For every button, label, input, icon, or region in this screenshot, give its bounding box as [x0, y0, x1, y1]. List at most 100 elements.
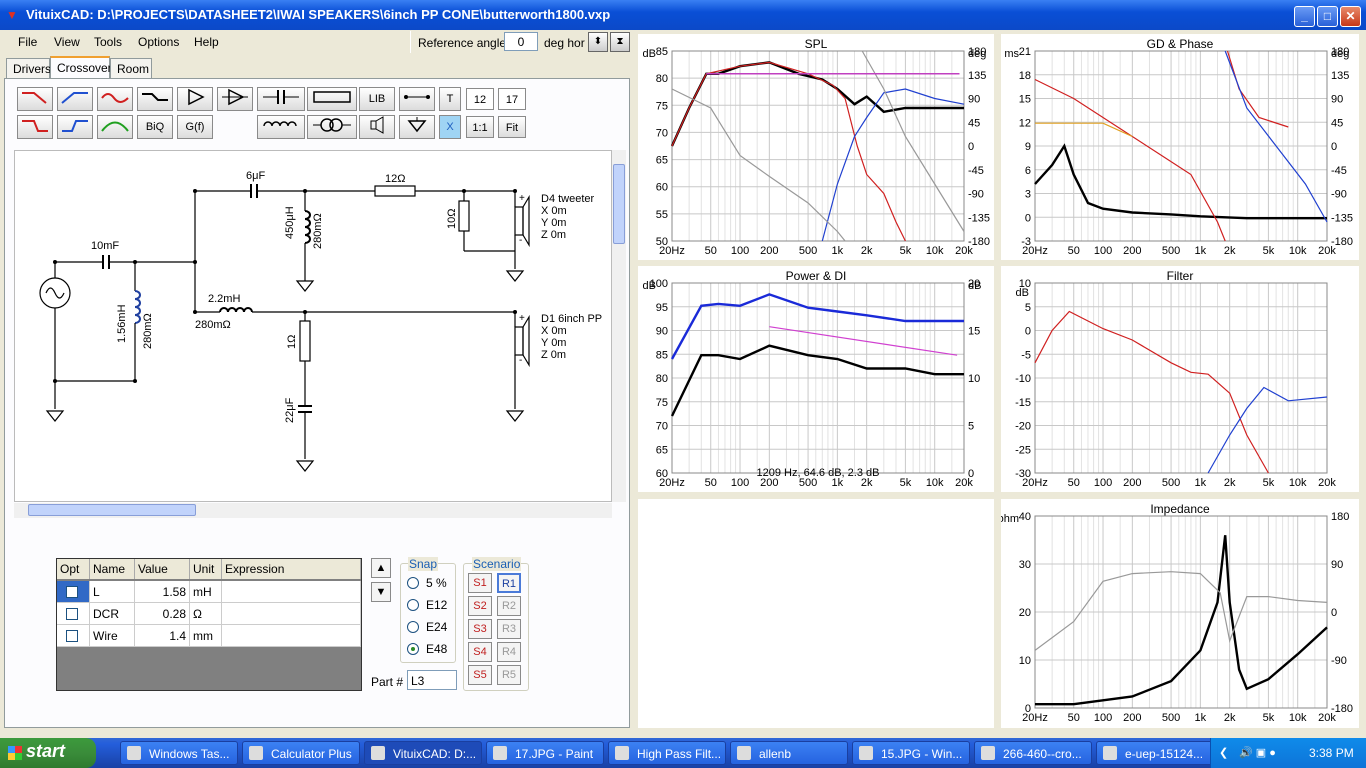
lowpass-1-button[interactable]: [17, 87, 53, 111]
row-value[interactable]: 0.28: [135, 603, 190, 625]
tray-icons[interactable]: 🔊 ▣ ●: [1239, 746, 1276, 759]
biquad-button[interactable]: BiQ: [137, 115, 173, 139]
power-di-plot[interactable]: 20Hz 50 100 200 500 1k 2k 5k 10k 20k1009590858075…: [638, 266, 994, 492]
row-expression[interactable]: [222, 603, 361, 625]
row-opt-checkbox[interactable]: [57, 581, 90, 603]
start-button[interactable]: start: [0, 738, 96, 768]
tab-drivers[interactable]: Drivers: [6, 58, 51, 78]
grid-size-input[interactable]: 12: [466, 88, 494, 110]
impedance-plot[interactable]: 20Hz 50 100 200 500 1k 2k 5k 10k 20k4030201001809…: [998, 499, 1359, 728]
transfer-function-button[interactable]: G(f): [177, 115, 213, 139]
taskbar-item[interactable]: Calculator Plus: [242, 741, 360, 765]
scenario-recall-button[interactable]: R3: [497, 619, 521, 639]
scenario-save-button[interactable]: S5: [468, 665, 492, 685]
y-tick-label: -5: [1021, 349, 1031, 361]
capacitor-button[interactable]: [257, 87, 305, 111]
tab-room[interactable]: Room: [110, 58, 152, 78]
col-value: Value: [135, 559, 190, 579]
library-button[interactable]: LIB: [359, 87, 395, 111]
parts-table: Opt Name Value Unit Expression L 1.58 mH…: [56, 558, 362, 691]
row-expression[interactable]: [222, 581, 361, 603]
highpass-2-button[interactable]: [57, 115, 93, 139]
schematic-canvas[interactable]: 10mF 1.56mH 280mΩ 6μF 450μH 280mΩ 12Ω 10…: [14, 150, 612, 502]
row-opt-checkbox[interactable]: [57, 625, 90, 647]
move-down-button[interactable]: ▼: [371, 582, 391, 602]
scenario-save-button[interactable]: S2: [468, 596, 492, 616]
snap-radio[interactable]: [407, 643, 419, 655]
snap-radio[interactable]: [407, 599, 419, 611]
delete-button[interactable]: X: [439, 115, 461, 139]
angle-up-down-icon[interactable]: ⬍: [588, 32, 608, 52]
highpass-1-button[interactable]: [57, 87, 93, 111]
row-opt-checkbox[interactable]: [57, 603, 90, 625]
menu-options[interactable]: Options: [138, 35, 179, 49]
scenario-save-button[interactable]: S1: [468, 573, 492, 593]
inductor-button[interactable]: [257, 115, 305, 139]
driver-button[interactable]: [359, 115, 395, 139]
move-up-button[interactable]: ▲: [371, 558, 391, 578]
shelf-button[interactable]: [137, 87, 173, 111]
snap-option-label: 5 %: [426, 576, 447, 590]
maximize-button[interactable]: □: [1317, 6, 1338, 27]
close-button[interactable]: ✕: [1340, 6, 1361, 27]
taskbar-item[interactable]: Windows Tas...: [120, 741, 238, 765]
menu-file[interactable]: File: [18, 35, 37, 49]
taskbar-item[interactable]: 17.JPG - Paint: [486, 741, 604, 765]
buffer-icon: [222, 88, 248, 106]
schematic-vertical-scrollbar[interactable]: [612, 150, 626, 502]
scenario-recall-button[interactable]: R5: [497, 665, 521, 685]
spl-plot[interactable]: 20Hz 50 100 200 500 1k 2k 5k 10k 20k8580757065605…: [638, 34, 994, 260]
schematic-horizontal-scrollbar[interactable]: [14, 503, 612, 518]
text-button[interactable]: T: [439, 87, 461, 111]
scenario-recall-button[interactable]: R4: [497, 642, 521, 662]
transformer-button[interactable]: [307, 115, 357, 139]
resistor-button[interactable]: [307, 87, 357, 111]
filter-plot[interactable]: 20Hz 50 100 200 500 1k 2k 5k 10k 20k1050-5-10-15-…: [1001, 266, 1359, 492]
wire-button[interactable]: [399, 87, 435, 111]
menu-tools[interactable]: Tools: [94, 35, 122, 49]
taskbar-item[interactable]: High Pass Filt...: [608, 741, 726, 765]
row-expression[interactable]: [222, 625, 361, 647]
bandpass-button[interactable]: [97, 115, 133, 139]
y-tick-label: 70: [656, 421, 668, 433]
buffer-button[interactable]: [217, 87, 253, 111]
tray-expand-icon[interactable]: ❮: [1219, 746, 1228, 759]
taskbar-item[interactable]: e-uep-15124...: [1096, 741, 1214, 765]
tweeter-z: Z 0m: [541, 229, 566, 241]
minimize-button[interactable]: _: [1294, 6, 1315, 27]
vscroll-thumb[interactable]: [613, 164, 625, 244]
snap-radio[interactable]: [407, 577, 419, 589]
scenario-save-button[interactable]: S3: [468, 619, 492, 639]
allpass-button[interactable]: [97, 87, 133, 111]
taskbar-item[interactable]: 15.JPG - Win...: [852, 741, 970, 765]
taskbar-item[interactable]: VituixCAD: D:...: [364, 741, 482, 765]
row-value[interactable]: 1.4: [135, 625, 190, 647]
menu-help[interactable]: Help: [194, 35, 219, 49]
row-value[interactable]: 1.58: [135, 581, 190, 603]
x-tick-label: 5k: [1263, 712, 1275, 724]
x-tick-label: 1k: [1195, 245, 1207, 257]
snap-radio[interactable]: [407, 621, 419, 633]
y-tick-label: 10: [1019, 655, 1031, 667]
scenario-save-button[interactable]: S4: [468, 642, 492, 662]
part-number-input[interactable]: L3: [407, 670, 457, 690]
wire-icon: [404, 95, 430, 99]
scenario-recall-button[interactable]: R1: [497, 573, 521, 593]
lowpass-2-button[interactable]: [17, 115, 53, 139]
hscroll-thumb[interactable]: [28, 504, 196, 516]
scenario-recall-button[interactable]: R2: [497, 596, 521, 616]
angle-reset-icon[interactable]: ⧗: [610, 32, 630, 52]
zoom-1-1-button[interactable]: 1:1: [466, 116, 494, 138]
tab-crossover[interactable]: Crossover: [50, 56, 112, 78]
amplifier-button[interactable]: [177, 87, 213, 111]
zoom-fit-button[interactable]: Fit: [498, 116, 526, 138]
taskbar-item[interactable]: 266-460--cro...: [974, 741, 1092, 765]
font-size-input[interactable]: 17: [498, 88, 526, 110]
menu-view[interactable]: View: [54, 35, 80, 49]
ground-button[interactable]: [399, 115, 435, 139]
taskbar-item[interactable]: allenb: [730, 741, 848, 765]
reference-angle-input[interactable]: 0: [504, 32, 538, 51]
y-tick-label: -15: [1015, 397, 1031, 409]
c3-label: 22μF: [284, 397, 296, 423]
gd-phase-plot[interactable]: 20Hz 50 100 200 500 1k 2k 5k 10k 20k211815129630-…: [1001, 34, 1359, 260]
